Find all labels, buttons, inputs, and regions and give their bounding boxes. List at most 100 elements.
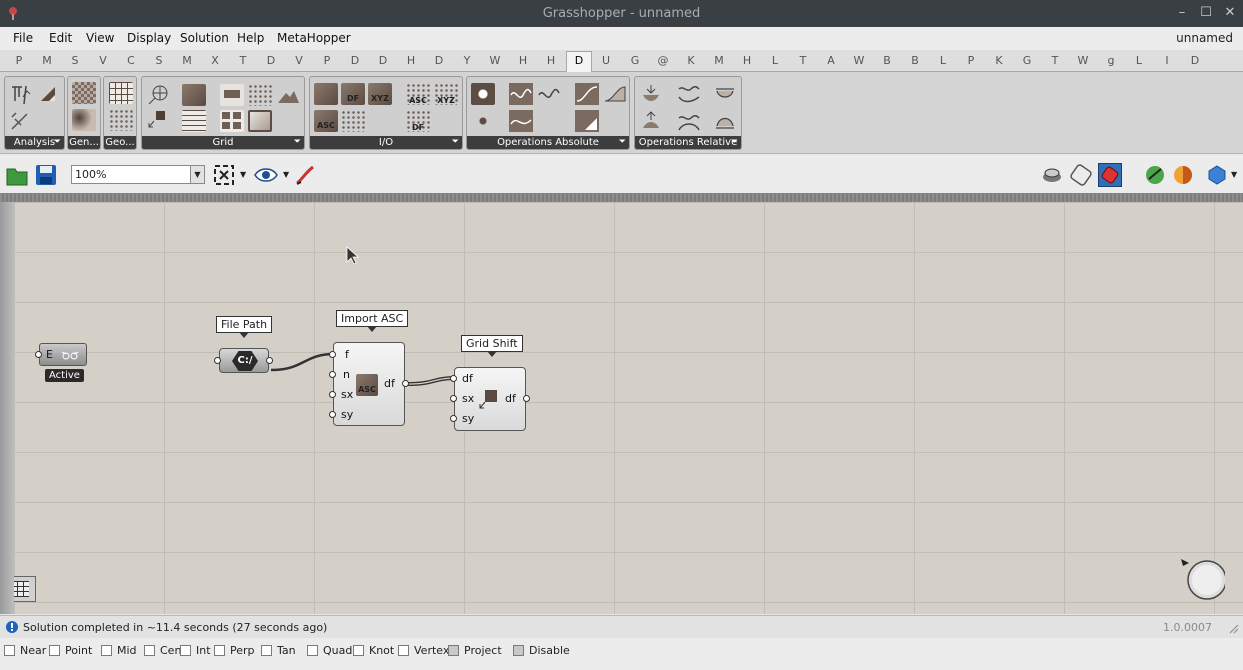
category-tab[interactable]: B <box>877 54 897 67</box>
category-tab[interactable]: C <box>121 54 141 67</box>
sketch-pen-icon[interactable] <box>294 163 318 187</box>
minimize-button[interactable]: – <box>1172 3 1192 23</box>
file-path-component[interactable]: C:/ <box>219 348 269 373</box>
category-tab[interactable]: K <box>681 54 701 67</box>
grid-split-icon[interactable] <box>220 110 244 132</box>
file-path-output-grip[interactable] <box>266 357 273 364</box>
category-tab[interactable]: D <box>373 54 393 67</box>
snap-toggle[interactable]: Cen <box>144 644 181 657</box>
snap-toggle[interactable]: Knot <box>353 644 394 657</box>
save-file-icon[interactable] <box>34 163 58 187</box>
export-xyz-icon[interactable]: XYZ <box>434 83 458 105</box>
smooth-operation-icon[interactable] <box>509 110 533 132</box>
checkbox[interactable] <box>214 645 225 656</box>
import-input-grip-sx[interactable] <box>329 391 336 398</box>
category-tab[interactable]: V <box>93 54 113 67</box>
preview-shaded-icon[interactable] <box>1040 163 1064 187</box>
category-tab[interactable]: L <box>933 54 953 67</box>
category-tab[interactable]: G <box>1017 54 1037 67</box>
category-tab[interactable]: H <box>401 54 421 67</box>
curve-remap-icon[interactable] <box>575 83 599 105</box>
category-tab[interactable]: L <box>1129 54 1149 67</box>
category-tab[interactable]: G <box>625 54 645 67</box>
grid-geometry-icon[interactable] <box>109 82 133 104</box>
category-tab[interactable]: D <box>429 54 449 67</box>
globe-grid-icon[interactable] <box>146 83 170 105</box>
preview-eye-icon[interactable] <box>254 163 278 187</box>
close-button[interactable]: ✕ <box>1220 3 1240 23</box>
point-export-icon[interactable] <box>341 110 365 132</box>
menu-file[interactable]: File <box>13 31 33 45</box>
canvas-minimap-button[interactable] <box>14 576 36 602</box>
grid-bounds-icon[interactable] <box>220 84 244 106</box>
transform-icon[interactable] <box>9 111 33 133</box>
category-tab[interactable]: T <box>793 54 813 67</box>
checkbox[interactable] <box>144 645 155 656</box>
import-xyz-icon[interactable]: XYZ <box>368 83 392 105</box>
point-value-icon[interactable] <box>471 83 495 105</box>
category-tab[interactable]: M <box>177 54 197 67</box>
snap-toggle[interactable]: Near <box>4 644 46 657</box>
lower-relative-icon[interactable] <box>639 110 663 132</box>
gridshift-input-grip-df[interactable] <box>450 375 457 382</box>
active-input-grip[interactable] <box>35 351 42 358</box>
checkbox[interactable] <box>4 645 15 656</box>
category-tab[interactable]: B <box>905 54 925 67</box>
category-tab[interactable]: S <box>65 54 85 67</box>
import-input-grip-f[interactable] <box>329 351 336 358</box>
snap-toggle[interactable]: Mid <box>101 644 137 657</box>
import-df-icon[interactable]: DF <box>341 83 365 105</box>
menu-help[interactable]: Help <box>237 31 264 45</box>
file-path-input-grip[interactable] <box>214 357 221 364</box>
random-field-icon[interactable] <box>72 109 96 131</box>
category-tab[interactable]: D <box>261 54 281 67</box>
panel-expand-icon[interactable]: ⏷ <box>294 136 301 149</box>
menu-display[interactable]: Display <box>127 31 171 45</box>
bake-icon[interactable] <box>1143 163 1167 187</box>
gridshift-input-grip-sx[interactable] <box>450 395 457 402</box>
snap-toggle[interactable]: Vertex <box>398 644 449 657</box>
checkbox[interactable] <box>513 645 524 656</box>
snap-toggle[interactable]: Perp <box>214 644 255 657</box>
menu-view[interactable]: View <box>86 31 114 45</box>
category-tab[interactable]: g <box>1101 54 1121 67</box>
import-input-grip-n[interactable] <box>329 371 336 378</box>
document-options-icon[interactable] <box>1205 163 1229 187</box>
gridshift-input-grip-sy[interactable] <box>450 415 457 422</box>
menu-solution[interactable]: Solution <box>180 31 229 45</box>
zoom-extents-icon[interactable] <box>212 163 236 187</box>
category-tab[interactable]: P <box>9 54 29 67</box>
panel-expand-icon[interactable]: ⏷ <box>619 136 626 149</box>
snap-toggle[interactable]: Quad <box>307 644 352 657</box>
panel-expand-icon[interactable]: ⏷ <box>54 136 61 149</box>
panel-expand-icon[interactable]: ⏷ <box>452 136 459 149</box>
noise-icon[interactable] <box>72 82 96 104</box>
menu-edit[interactable]: Edit <box>49 31 72 45</box>
grid-shift-component[interactable]: df sx sy df <box>454 367 526 431</box>
checkbox[interactable] <box>398 645 409 656</box>
category-tab[interactable]: I <box>1157 54 1177 67</box>
category-tab[interactable]: U <box>596 54 616 67</box>
navigation-compass-icon[interactable] <box>1179 555 1225 601</box>
checkbox[interactable] <box>261 645 272 656</box>
category-tab[interactable]: H <box>541 54 561 67</box>
snap-toggle[interactable]: Point <box>49 644 92 657</box>
checkbox[interactable] <box>180 645 191 656</box>
grasshopper-canvas[interactable]: E Active File Path C:/ Import ASC f n sx… <box>14 202 1243 614</box>
chevron-down-icon[interactable]: ▼ <box>1231 170 1237 179</box>
category-tab[interactable]: @ <box>653 54 673 67</box>
grid-points-icon[interactable] <box>248 84 272 106</box>
zoom-combobox[interactable]: 100% ▼ <box>71 165 205 184</box>
category-tab[interactable]: W <box>485 54 505 67</box>
grid-list-icon[interactable] <box>182 110 206 132</box>
snap-toggle[interactable]: Int <box>180 644 211 657</box>
bump-relative-icon[interactable] <box>677 110 701 132</box>
clamp-icon[interactable] <box>575 110 599 132</box>
category-tab[interactable]: T <box>1045 54 1065 67</box>
category-tab[interactable]: A <box>821 54 841 67</box>
gridshift-output-grip-df[interactable] <box>523 395 530 402</box>
import-output-grip-df[interactable] <box>402 380 409 387</box>
snap-toggle[interactable]: Tan <box>261 644 296 657</box>
wave-operation-icon[interactable] <box>509 83 533 105</box>
preview-wire-icon[interactable] <box>1069 163 1093 187</box>
